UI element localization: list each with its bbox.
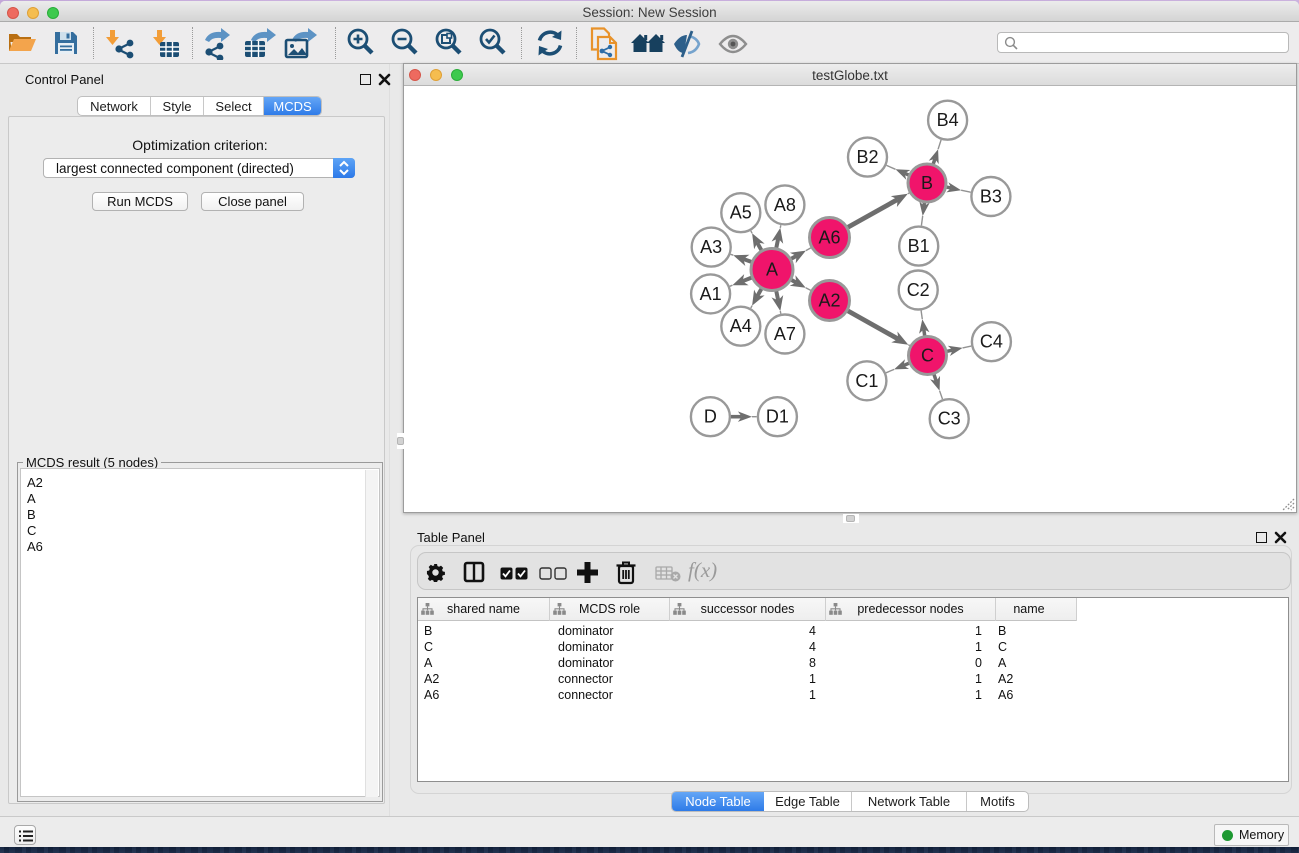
svg-text:A5: A5 — [730, 203, 752, 223]
svg-text:C1: C1 — [855, 371, 878, 391]
svg-text:B2: B2 — [856, 147, 878, 167]
svg-text:C4: C4 — [980, 332, 1003, 352]
svg-text:D1: D1 — [766, 407, 789, 427]
svg-text:B4: B4 — [937, 110, 959, 130]
svg-text:B: B — [921, 173, 933, 193]
svg-text:A4: A4 — [730, 316, 752, 336]
svg-text:A: A — [766, 260, 778, 280]
svg-text:A2: A2 — [818, 291, 840, 311]
svg-text:D: D — [704, 407, 717, 427]
svg-text:A3: A3 — [700, 237, 722, 257]
svg-text:A1: A1 — [700, 284, 722, 304]
svg-text:A6: A6 — [818, 228, 840, 248]
svg-text:C3: C3 — [938, 409, 961, 429]
svg-text:B1: B1 — [908, 236, 930, 256]
svg-text:B3: B3 — [980, 187, 1002, 207]
svg-text:C2: C2 — [907, 280, 930, 300]
svg-text:A8: A8 — [774, 195, 796, 215]
svg-text:A7: A7 — [774, 324, 796, 344]
svg-text:C: C — [921, 346, 934, 366]
